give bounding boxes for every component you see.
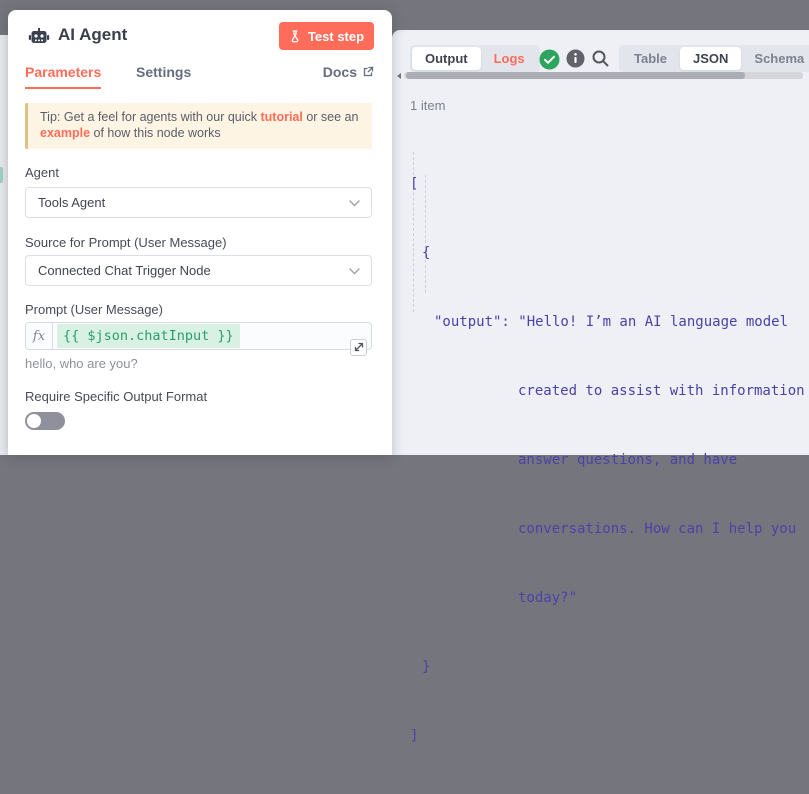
node-connector-sliver xyxy=(0,167,3,183)
json-line: } xyxy=(410,656,805,679)
fx-badge: fx xyxy=(26,323,53,349)
json-line: { xyxy=(410,242,805,265)
test-step-button[interactable]: Test step xyxy=(279,22,374,50)
tab-settings[interactable]: Settings xyxy=(136,64,191,80)
search-icon[interactable] xyxy=(591,49,610,68)
output-format-label: Require Specific Output Format xyxy=(25,389,207,404)
expand-expression-button[interactable] xyxy=(350,339,367,356)
prompt-label: Prompt (User Message) xyxy=(25,302,163,317)
json-line: today?" xyxy=(410,587,805,610)
horizontal-scrollbar[interactable] xyxy=(404,72,803,79)
tab-docs[interactable]: Docs xyxy=(323,64,374,80)
json-line: conversations. How can I help you xyxy=(410,518,805,541)
chevron-down-icon xyxy=(349,268,360,275)
flask-icon xyxy=(289,30,301,43)
example-link[interactable]: example xyxy=(40,126,90,140)
prompt-expression-input[interactable]: fx {{ $json.chatInput }} xyxy=(25,322,372,350)
node-title: AI Agent xyxy=(58,25,127,45)
tab-output[interactable]: Output xyxy=(412,47,481,70)
toggle-knob xyxy=(27,414,41,428)
view-mode-switcher: Table JSON Schema xyxy=(619,45,809,72)
tip-callout: Tip: Get a feel for agents with our quic… xyxy=(25,103,372,149)
docs-label: Docs xyxy=(323,64,357,80)
json-line: answer questions, and have xyxy=(410,449,805,472)
json-output-view: [ { "output": "Hello! I’m an AI language… xyxy=(410,127,805,794)
scrollbar-thumb[interactable] xyxy=(406,72,745,79)
json-line: "output": "Hello! I’m an AI language mod… xyxy=(410,311,805,334)
output-format-toggle[interactable] xyxy=(25,412,65,430)
tab-schema[interactable]: Schema xyxy=(741,47,809,70)
tab-json[interactable]: JSON xyxy=(680,47,741,70)
external-link-icon xyxy=(362,66,374,78)
robot-icon xyxy=(28,25,50,47)
test-step-label: Test step xyxy=(308,29,364,44)
tab-table[interactable]: Table xyxy=(621,47,680,70)
source-select-value: Connected Chat Trigger Node xyxy=(38,263,211,278)
output-panel: Output Logs Table JSON Schema 1 item [ xyxy=(392,30,809,455)
node-settings-panel: AI Agent Test step Parameters Settings D… xyxy=(8,10,392,455)
info-icon[interactable] xyxy=(566,49,585,68)
items-count: 1 item xyxy=(410,98,445,113)
agent-select-value: Tools Agent xyxy=(38,195,105,210)
tip-text-1: Tip: Get a feel for agents with our quic… xyxy=(40,110,260,124)
agent-select[interactable]: Tools Agent xyxy=(25,187,372,218)
tab-parameters[interactable]: Parameters xyxy=(25,64,101,80)
source-select[interactable]: Connected Chat Trigger Node xyxy=(25,255,372,286)
json-line: ] xyxy=(410,725,805,748)
node-header: AI Agent Test step xyxy=(8,10,392,62)
output-logs-switcher: Output Logs xyxy=(410,45,540,72)
tab-logs[interactable]: Logs xyxy=(481,47,538,70)
success-check-icon xyxy=(539,49,560,70)
input-panel-edge xyxy=(0,35,8,455)
source-label: Source for Prompt (User Message) xyxy=(25,235,227,250)
scrollbar-left-arrow-icon[interactable] xyxy=(397,73,401,79)
tip-text-3: of how this node works xyxy=(90,126,221,140)
chevron-down-icon xyxy=(349,200,360,207)
tip-text-2: or see an xyxy=(303,110,359,124)
json-line: created to assist with information xyxy=(410,380,805,403)
node-tabs: Parameters Settings Docs xyxy=(8,62,392,90)
tutorial-link[interactable]: tutorial xyxy=(260,110,302,124)
prompt-resolved-preview: hello, who are you? xyxy=(25,356,138,371)
prompt-expression-value[interactable]: {{ $json.chatInput }} xyxy=(57,324,240,348)
agent-label: Agent xyxy=(25,165,59,180)
json-line: [ xyxy=(410,173,805,196)
